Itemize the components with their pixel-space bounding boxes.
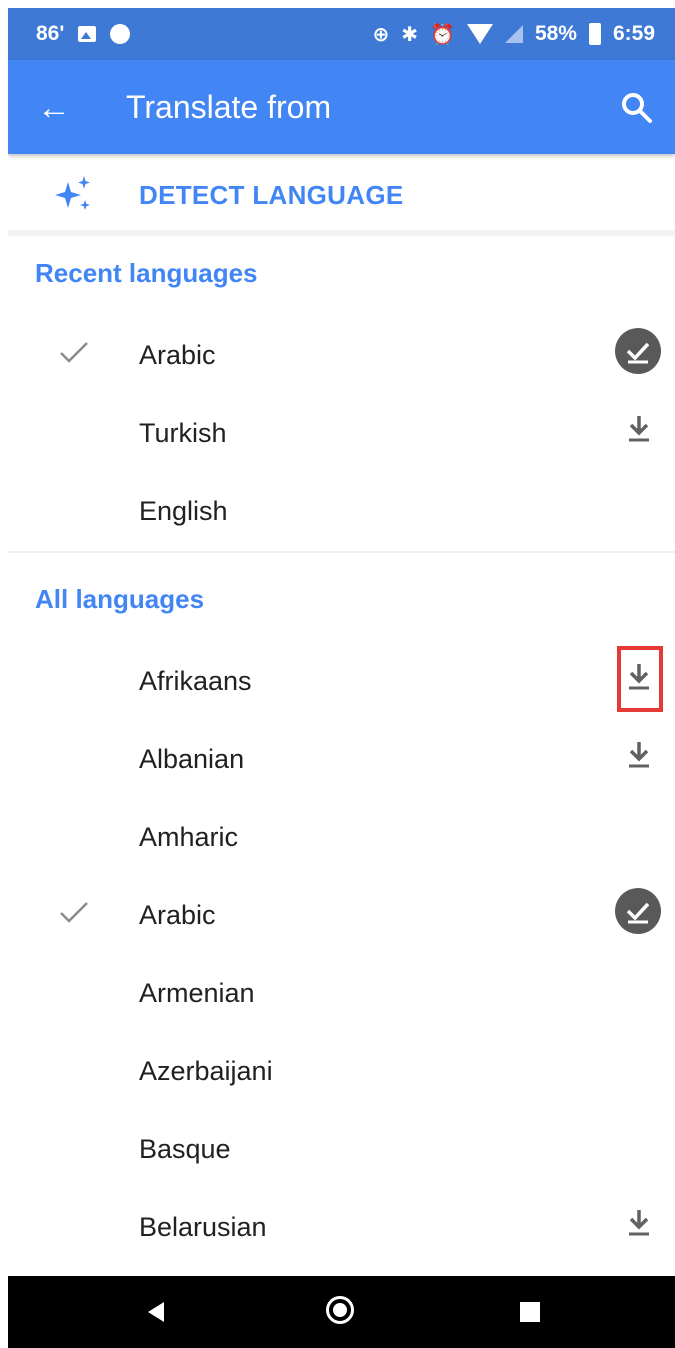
detect-language-row[interactable]: DETECT LANGUAGE — [8, 156, 675, 236]
image-icon — [78, 26, 97, 42]
nav-home-icon[interactable] — [326, 1296, 354, 1324]
language-label: Arabic — [139, 340, 216, 370]
language-row-afrikaans[interactable]: Afrikaans — [8, 644, 675, 722]
language-label: Belarusian — [139, 1212, 267, 1242]
screen: 86' ⊕ ✱ ⏰ 58% 6:59 ← Translate from DETE… — [8, 8, 675, 1348]
alarm-icon: ⏰ — [430, 23, 455, 46]
language-row-belarusian[interactable]: Belarusian — [8, 1190, 675, 1268]
back-arrow-icon[interactable]: ← — [34, 88, 74, 128]
language-row-basque[interactable]: Basque — [8, 1112, 675, 1190]
battery-percent: 58% — [534, 22, 577, 45]
language-label: Albanian — [139, 744, 245, 774]
language-label: Afrikaans — [139, 666, 252, 696]
checkmark-icon — [56, 894, 92, 930]
bluetooth-icon: ✱ — [401, 23, 419, 46]
section-divider — [8, 551, 675, 553]
language-row-arabic-recent[interactable]: Arabic — [8, 318, 675, 396]
language-label: Arabic — [139, 900, 216, 930]
highlight-box — [617, 646, 663, 712]
downloaded-check-icon[interactable] — [615, 328, 661, 374]
language-label: Basque — [139, 1134, 231, 1164]
downloaded-check-icon[interactable] — [615, 888, 661, 934]
temperature-text: 86' — [36, 22, 65, 45]
detect-language-label: DETECT LANGUAGE — [139, 180, 404, 210]
language-row-armenian[interactable]: Armenian — [8, 956, 675, 1034]
app-notification-icon — [110, 24, 131, 44]
language-row-arabic[interactable]: Arabic — [8, 878, 675, 956]
system-nav-bar — [8, 1276, 675, 1348]
language-label: Armenian — [139, 978, 255, 1008]
signal-icon — [504, 25, 523, 43]
battery-icon — [588, 23, 601, 45]
language-row-azerbaijani[interactable]: Azerbaijani — [8, 1034, 675, 1112]
language-label: Turkish — [139, 418, 227, 448]
language-row-amharic[interactable]: Amharic — [8, 800, 675, 878]
all-languages-header: All languages — [35, 584, 205, 614]
download-icon[interactable] — [623, 1204, 655, 1240]
nav-recents-icon[interactable] — [520, 1302, 540, 1322]
language-label: Azerbaijani — [139, 1056, 273, 1086]
download-icon[interactable] — [623, 736, 655, 772]
checkmark-icon — [56, 334, 92, 370]
nav-back-icon[interactable] — [148, 1302, 164, 1322]
sparkle-icon — [54, 174, 94, 214]
download-icon[interactable] — [623, 410, 655, 446]
status-bar: 86' ⊕ ✱ ⏰ 58% 6:59 — [8, 8, 675, 60]
language-row-turkish[interactable]: Turkish — [8, 396, 675, 474]
language-label: Amharic — [139, 822, 239, 852]
clock: 6:59 — [612, 22, 655, 45]
language-row-albanian[interactable]: Albanian — [8, 722, 675, 800]
recent-languages-header: Recent languages — [35, 258, 258, 288]
language-label: English — [139, 496, 228, 526]
data-saver-icon: ⊕ — [372, 23, 390, 46]
page-title: Translate from — [126, 89, 332, 125]
wifi-icon — [466, 24, 493, 44]
language-row-english[interactable]: English — [8, 474, 675, 552]
app-bar: ← Translate from — [8, 60, 675, 154]
search-icon[interactable] — [617, 88, 657, 128]
